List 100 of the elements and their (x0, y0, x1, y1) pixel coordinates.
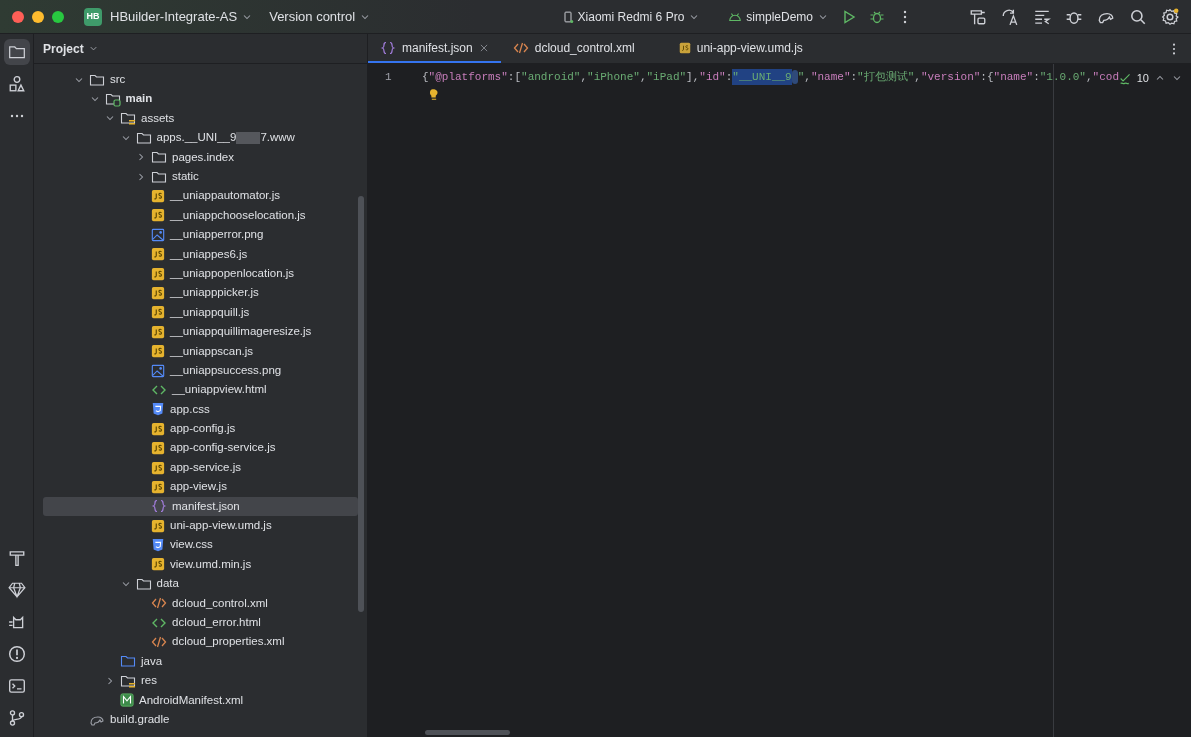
file-name: dcloud_error.html (172, 615, 261, 630)
file-name: dcloud_control.xml (172, 595, 268, 611)
js-file-icon (151, 247, 165, 262)
js-file-icon (151, 266, 165, 281)
tree-item[interactable]: uni-app-view.umd.js (43, 516, 358, 536)
tree-item[interactable]: __uniappes6.js (43, 244, 358, 264)
tree-item[interactable]: __uniapppicker.js (43, 283, 358, 303)
code-token: "version" (920, 69, 981, 85)
braces-file-icon (380, 39, 396, 56)
tab-label: manifest.json (402, 39, 473, 57)
tree-item[interactable]: manifest.json (43, 496, 358, 516)
js-file-icon (151, 189, 165, 204)
window-control[interactable] (32, 10, 44, 23)
tree-item[interactable]: apps.__UNI__9 7.www (43, 128, 358, 148)
tree-item[interactable]: assets (43, 108, 358, 129)
code-token: ], (686, 69, 700, 85)
code-token: "iPad" (646, 69, 687, 85)
tree-item[interactable]: __uniappsuccess.png (43, 360, 358, 381)
tree-item[interactable]: pages.index (43, 147, 358, 167)
js-file-icon (151, 344, 165, 359)
file-name: __uniappchooselocation.js (170, 207, 306, 223)
editor-tab[interactable]: uni-app-view.umd.js (666, 34, 835, 63)
tree-item[interactable]: java (43, 651, 358, 672)
code-token: "name" (810, 69, 851, 85)
module-folder-icon (104, 91, 121, 108)
translate-icon[interactable] (1001, 7, 1019, 26)
code-token: , (639, 69, 647, 85)
vcs-selector[interactable]: Version control (269, 6, 372, 27)
tree-item[interactable]: app-config-service.js (43, 438, 358, 458)
tree-item[interactable]: __uniappopenlocation.js (43, 263, 358, 284)
tree-item[interactable]: dcloud_error.html (43, 612, 358, 633)
tree-item[interactable]: static (43, 166, 358, 187)
file-name: manifest.json (172, 498, 240, 514)
window-control[interactable] (52, 10, 64, 23)
js-file-icon (678, 41, 691, 54)
tree-item[interactable]: view.css (43, 535, 358, 555)
file-name: __uniappopenlocation.js (170, 265, 295, 281)
js-file-icon (151, 305, 165, 320)
tree-item[interactable]: __uniappscan.js (43, 341, 358, 361)
file-name: __uniappautomator.js (170, 188, 280, 204)
file-name: view.umd.min.js (170, 556, 252, 572)
tree-item[interactable]: res (43, 671, 358, 691)
tree-item[interactable]: data (43, 574, 358, 594)
tree-item[interactable]: __uniappquillimageresize.js (43, 322, 358, 342)
file-name: uni-app-view.umd.js (170, 518, 272, 534)
source-folder-icon (120, 653, 136, 670)
hammer-icon[interactable] (969, 7, 987, 26)
tree-item[interactable]: app-config.js (43, 419, 358, 439)
tree-item[interactable]: __uniapperror.png (43, 225, 358, 245)
tree-item[interactable]: __uniappquill.js (43, 302, 358, 323)
more-icon (9, 114, 24, 118)
tree-item[interactable]: dcloud_control.xml (43, 593, 358, 613)
tree-item[interactable]: __uniappchooselocation.js (43, 205, 358, 226)
scrollbar[interactable] (425, 730, 510, 735)
file-name: apps.__UNI__9 (156, 130, 237, 146)
css-file-icon (151, 402, 165, 417)
js-file-icon (151, 460, 165, 475)
file-name: pages.index (172, 149, 235, 165)
editor-tab[interactable]: dcloud_control.xml (500, 34, 667, 63)
editor-tab[interactable]: manifest.json (368, 34, 501, 63)
tree-item[interactable]: AndroidManifest.xml (43, 690, 358, 710)
warning-circle-icon[interactable] (7, 645, 26, 663)
tree-item[interactable]: dcloud_properties.xml (43, 632, 358, 652)
tree-item[interactable]: __uniappview.html (43, 380, 358, 400)
project-icon (7, 43, 26, 61)
hammer-icon[interactable] (7, 549, 26, 567)
tree-item[interactable]: app.css (43, 399, 358, 420)
js-file-icon (151, 208, 165, 223)
tree-item[interactable]: src (43, 70, 358, 90)
js-file-icon (151, 421, 165, 436)
close-icon[interactable] (478, 42, 489, 53)
tree-item[interactable]: app-service.js (43, 457, 358, 478)
file-name: __uniapperror.png (170, 227, 264, 243)
scrollbar[interactable] (358, 196, 364, 612)
project-selector[interactable]: HBuilder-Integrate-AS (110, 6, 254, 27)
tree-item[interactable]: main (43, 89, 358, 109)
settings-icon[interactable] (1161, 7, 1179, 26)
tab-label: dcloud_control.xml (534, 39, 635, 57)
search-icon[interactable] (1129, 7, 1147, 26)
tree-item[interactable]: app-view.js (43, 477, 358, 497)
check-icon (1118, 71, 1132, 85)
tree-item[interactable]: __uniappautomator.js (43, 186, 358, 206)
project-tool-button[interactable] (3, 39, 30, 65)
js-file-icon (151, 557, 165, 572)
file-name: __uniappquill.js (170, 304, 250, 320)
code-token: " (797, 69, 805, 85)
device-selector[interactable]: Xiaomi Redmi 6 Pro (561, 7, 701, 26)
tree-item[interactable]: build.gradle (43, 709, 358, 730)
window-control[interactable] (12, 10, 24, 23)
run-icon[interactable] (841, 8, 857, 25)
file-name: __uniapppicker.js (170, 285, 259, 301)
run-configuration-selector[interactable]: simpleDemo (728, 7, 829, 26)
gem-icon[interactable] (7, 581, 26, 599)
branch-icon[interactable] (7, 709, 26, 727)
js-file-icon (151, 441, 165, 456)
panel-title[interactable]: Project (43, 39, 99, 58)
js-file-icon (151, 286, 165, 300)
terminal-icon[interactable] (7, 677, 26, 695)
file-name: view.css (170, 537, 213, 553)
tree-item[interactable]: view.umd.min.js (43, 554, 358, 575)
